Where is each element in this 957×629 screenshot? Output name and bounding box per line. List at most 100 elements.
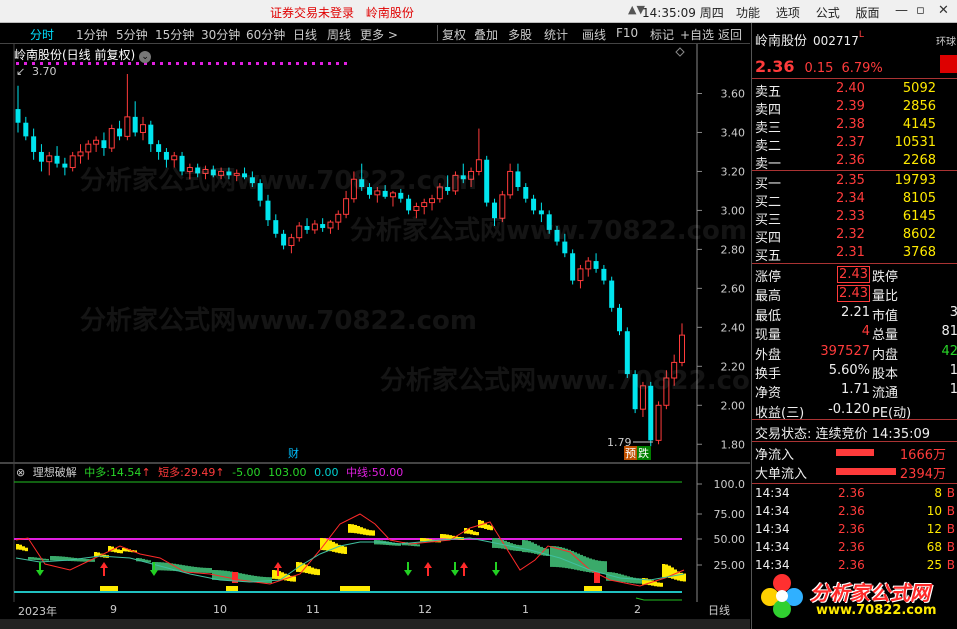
- green-bar: [167, 562, 170, 571]
- toolbar-separator: [437, 25, 438, 41]
- bid-label: 买五: [755, 249, 782, 264]
- signal-dot: [168, 62, 171, 65]
- bid-row: 买一 2.35 19793: [752, 173, 957, 192]
- trade-state-label: 交易状态:: [755, 427, 812, 442]
- candle-body-down: [257, 183, 263, 201]
- candle-body-up: [421, 202, 428, 208]
- green-bar: [83, 558, 86, 562]
- close-icon[interactable]: ✕: [938, 3, 949, 18]
- candle-body-up: [655, 404, 662, 441]
- last-price: 2.36: [755, 57, 795, 76]
- candle-body-down: [538, 210, 544, 215]
- base-marker: [226, 586, 238, 591]
- green-bar: [414, 544, 417, 547]
- stat-value-2: 3: [949, 304, 957, 320]
- duanduo-label: 短多:: [158, 466, 184, 479]
- menu-formula[interactable]: 公式: [816, 6, 840, 20]
- candle-body-up: [296, 225, 303, 239]
- tab-30min[interactable]: 30分钟: [201, 26, 240, 43]
- stock-name: 岭南股份: [755, 34, 808, 49]
- maximize-icon[interactable]: ▫: [916, 3, 925, 18]
- bid-volume: 8602: [902, 227, 936, 242]
- tab-15min[interactable]: 15分钟: [155, 26, 194, 43]
- signal-dot: [264, 62, 267, 65]
- green-bar: [46, 558, 49, 561]
- button-multi-stock[interactable]: 多股: [508, 26, 532, 43]
- candle-body-up: [663, 377, 670, 406]
- login-notice[interactable]: 证券交易未登录: [270, 6, 354, 20]
- button-adjust[interactable]: 复权: [442, 26, 466, 43]
- ask-price: 2.36: [836, 153, 865, 168]
- green-bar: [197, 567, 200, 573]
- tab-5min[interactable]: 5分钟: [116, 26, 148, 43]
- yellow-bar: [25, 547, 28, 552]
- indicator-chart[interactable]: 100.0 75.00 50.00 25.00: [0, 462, 750, 602]
- chevron-down-icon[interactable]: ⌄: [139, 51, 152, 63]
- date-label: 2: [634, 603, 641, 616]
- stat-value-2: 81: [941, 324, 957, 340]
- drop-marker[interactable]: 跌: [638, 446, 649, 460]
- button-overlay[interactable]: 叠加: [474, 26, 498, 43]
- bottom-period-tab[interactable]: 日线: [708, 602, 730, 618]
- tick-volume: 68: [926, 540, 942, 554]
- tick-time: 14:34: [755, 504, 790, 518]
- signal-dot: [176, 62, 179, 65]
- candle-body-down: [132, 116, 138, 133]
- button-back[interactable]: 返回: [718, 26, 742, 43]
- candle-body-up: [108, 128, 115, 149]
- bid-label: 买四: [755, 231, 782, 246]
- net-inflow-row: 净流入 1666万: [752, 444, 957, 463]
- tab-daily[interactable]: 日线: [293, 26, 317, 43]
- ask-volume: 2856: [902, 99, 936, 114]
- signal-dot: [248, 62, 251, 65]
- title-stock-name: 岭南股份: [365, 6, 414, 20]
- date-label: 1: [522, 603, 529, 616]
- yellow-bar: [657, 582, 660, 587]
- tab-1min[interactable]: 1分钟: [76, 26, 108, 43]
- yellow-bar: [423, 538, 426, 542]
- candle-body-up: [585, 260, 592, 270]
- divider: [752, 170, 957, 171]
- signal-dot: [328, 62, 331, 65]
- tab-60min[interactable]: 60分钟: [246, 26, 285, 43]
- indicator-name[interactable]: 理想破解: [33, 466, 77, 479]
- sector-tag[interactable]: 环球: [936, 33, 956, 48]
- candle-body-down: [281, 233, 287, 246]
- forecast-marker[interactable]: 预: [625, 447, 636, 460]
- candlestick-chart[interactable]: 3.60 3.40 3.20 3.00 2.80 2.60 2.40 2.20 2.00 1.80…: [0, 44, 750, 464]
- button-f10[interactable]: F10: [616, 26, 638, 40]
- high-price-label: 3.70: [32, 65, 57, 78]
- stat-row: 换手 5.60% 股本 1: [752, 363, 957, 383]
- tab-more[interactable]: 更多 >: [360, 26, 398, 43]
- candle-body-up: [171, 155, 178, 161]
- ask-volume: 5092: [902, 81, 936, 96]
- signal-dot: [184, 62, 187, 65]
- menu-options[interactable]: 选项: [776, 6, 800, 20]
- menu-layout[interactable]: 版面: [856, 6, 880, 20]
- diamond-icon[interactable]: [675, 47, 685, 57]
- yellow-bar: [122, 548, 125, 552]
- candle-body-down: [148, 124, 154, 145]
- yellow-bar: [473, 531, 476, 536]
- button-add-watchlist[interactable]: +自选: [680, 26, 714, 43]
- tick-flag: B: [946, 522, 955, 536]
- logo-url: www.70822.com: [816, 603, 937, 618]
- ask-row: 卖二 2.37 10531: [752, 135, 957, 154]
- minimize-icon[interactable]: —: [895, 3, 908, 18]
- indicator-settings-icon[interactable]: ⊗: [16, 466, 25, 479]
- finance-marker[interactable]: 财: [288, 446, 299, 460]
- tab-intraday[interactable]: 分时: [30, 26, 54, 43]
- button-draw-line[interactable]: 画线: [582, 26, 606, 43]
- candle-body-down: [23, 122, 29, 137]
- chart-title[interactable]: 岭南股份(日线 前复权) ⌄: [14, 46, 152, 63]
- tab-weekly[interactable]: 周线: [327, 26, 351, 43]
- signal-dot: [336, 62, 339, 65]
- big-inflow-bar: [836, 468, 896, 475]
- button-mark[interactable]: 标记: [650, 26, 674, 43]
- green-bar: [188, 566, 191, 573]
- signal-dot: [152, 62, 155, 65]
- menu-function[interactable]: 功能: [736, 6, 760, 20]
- candle-body-down: [359, 179, 365, 188]
- candle-body-up: [413, 206, 420, 211]
- button-statistics[interactable]: 统计: [544, 26, 568, 43]
